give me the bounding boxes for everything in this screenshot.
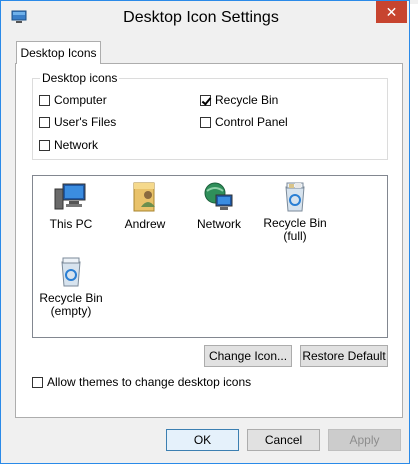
checkbox-label: Recycle Bin [215, 93, 279, 107]
icon-list[interactable]: This PC Andrew Network Recycle Bin (full… [32, 175, 388, 338]
apply-button[interactable]: Apply [328, 429, 401, 451]
item-label: Andrew [124, 217, 166, 231]
checkbox-recycle-bin[interactable]: Recycle Bin [200, 92, 278, 108]
list-item-network[interactable]: Network [181, 181, 257, 231]
checkbox-control-panel[interactable]: Control Panel [200, 114, 288, 130]
item-label: Network [196, 217, 241, 231]
checkbox-box[interactable] [39, 94, 50, 106]
window-title: Desktop Icon Settings [123, 9, 279, 26]
list-item-andrew[interactable]: Andrew [107, 181, 183, 231]
recycle-bin-empty-icon [61, 257, 81, 287]
user-folder-icon [133, 182, 155, 212]
network-icon [204, 182, 233, 210]
list-item-recycle-bin-empty[interactable]: Recycle Bin (empty) [33, 256, 109, 318]
list-item-recycle-bin-full[interactable]: Recycle Bin (full) [257, 181, 333, 243]
item-label: This PC [49, 217, 93, 231]
recycle-bin-full-icon [285, 182, 305, 212]
item-label: Recycle Bin (empty) [39, 291, 103, 318]
change-icon-button[interactable]: Change Icon... [204, 345, 292, 367]
checkbox-computer[interactable]: Computer [39, 92, 107, 108]
checkbox-box-checked[interactable] [200, 94, 211, 106]
checkbox-box[interactable] [39, 139, 50, 151]
list-item-this-pc[interactable]: This PC [33, 181, 109, 231]
checkbox-label: User's Files [54, 115, 117, 129]
title-bar: Desktop Icon Settings [1, 1, 409, 35]
checkbox-box[interactable] [32, 376, 43, 388]
checkbox-label: Network [54, 138, 99, 152]
close-icon: ✕ [385, 3, 398, 20]
ok-button[interactable]: OK [166, 429, 239, 451]
group-legend: Desktop icons [40, 71, 120, 85]
checkbox-label: Control Panel [215, 115, 288, 129]
close-button[interactable]: ✕ [376, 1, 407, 23]
checkbox-box[interactable] [39, 116, 50, 128]
dialog-window: Desktop Icon Settings ✕ Desktop Icons De… [0, 0, 410, 464]
checkbox-label: Allow themes to change desktop icons [47, 375, 252, 389]
checkbox-label: Computer [54, 93, 107, 107]
checkbox-box[interactable] [200, 116, 211, 128]
restore-default-button[interactable]: Restore Default [300, 345, 388, 367]
tab-label: Desktop Icons [20, 46, 97, 60]
cancel-button[interactable]: Cancel [247, 429, 320, 451]
computer-icon [54, 183, 86, 210]
checkbox-users-files[interactable]: User's Files [39, 114, 116, 130]
tab-desktop-icons[interactable]: Desktop Icons [16, 41, 101, 64]
checkbox-allow-themes[interactable]: Allow themes to change desktop icons [32, 374, 251, 390]
item-label: Recycle Bin (full) [263, 216, 327, 243]
checkbox-network[interactable]: Network [39, 137, 98, 153]
